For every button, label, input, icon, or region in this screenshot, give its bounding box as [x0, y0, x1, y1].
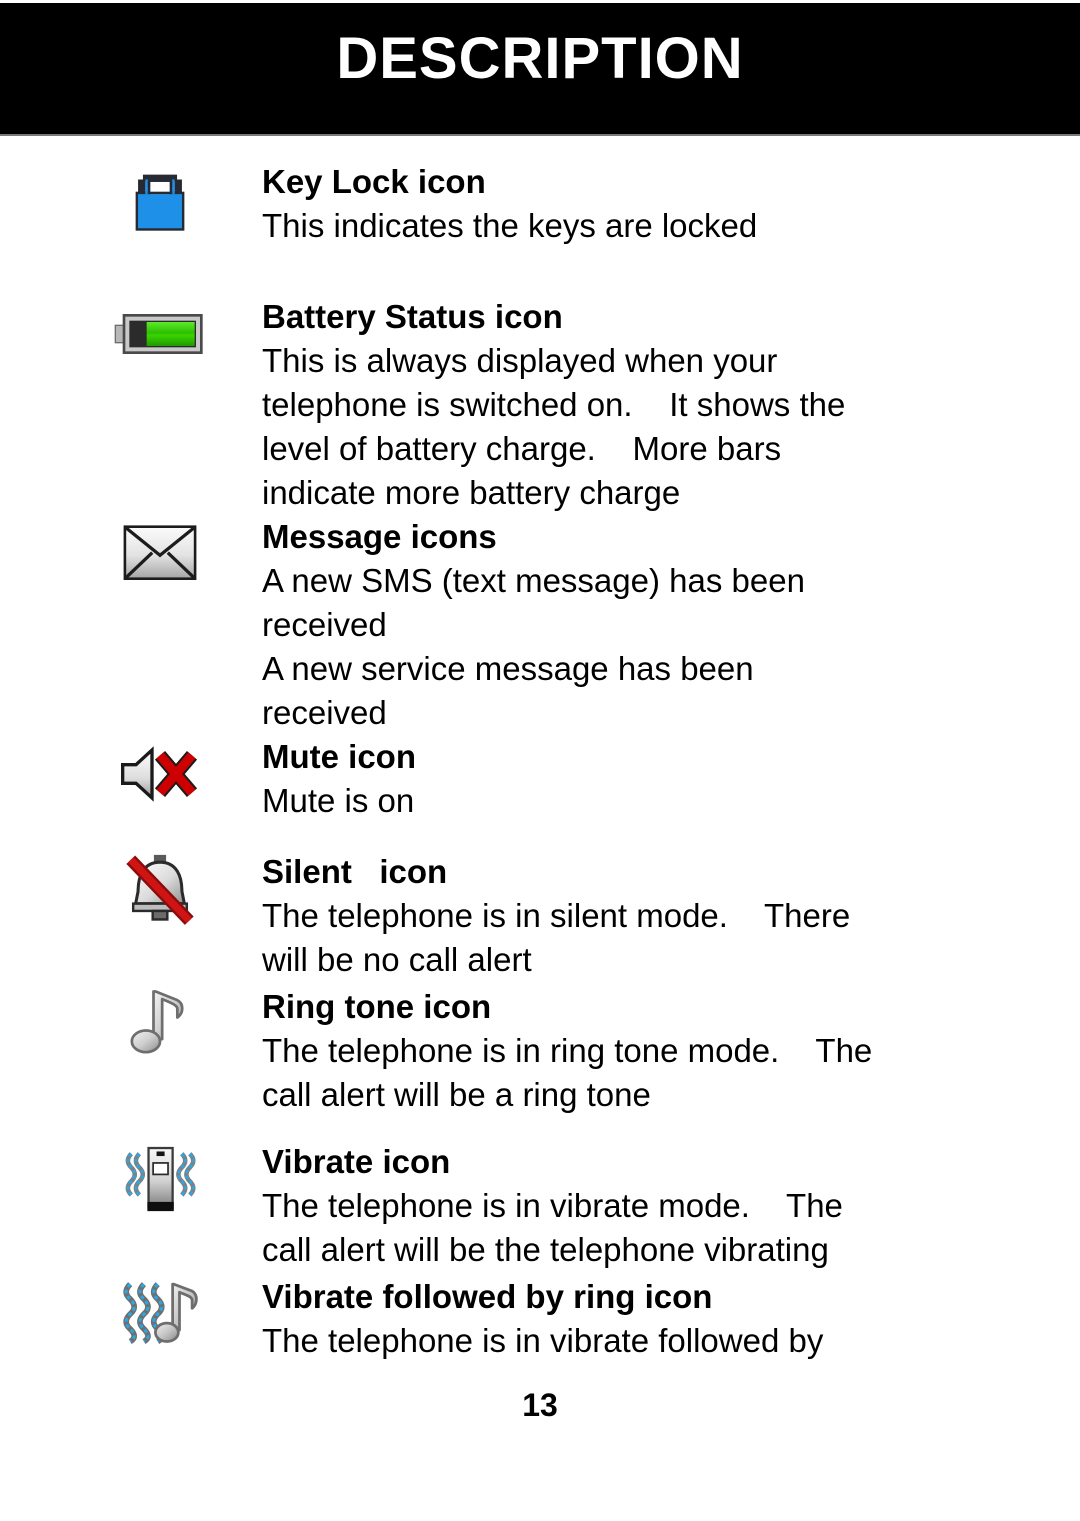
entry-text-block: Silent icon The telephone is in silent m… [262, 850, 962, 982]
entry-line: The telephone is in silent mode. There [262, 897, 851, 934]
entry-title: Battery Status icon [262, 298, 563, 335]
entry-text-block: Vibrate icon The telephone is in vibrate… [262, 1140, 962, 1272]
entry-line: telephone is switched on. It shows the [262, 386, 846, 423]
entry-title: Message icons [262, 518, 497, 555]
entry-line: Mute is on [262, 782, 415, 819]
entry-line: This is always displayed when your [262, 342, 778, 379]
entry-title: Ring tone icon [262, 988, 492, 1025]
entry-line: level of battery charge. More bars [262, 430, 782, 467]
entry-title: Key Lock icon [262, 163, 486, 200]
page-title: DESCRIPTION [336, 26, 744, 91]
vibrate-then-ring-icon [112, 1275, 208, 1353]
entry-title: Vibrate icon [262, 1143, 451, 1180]
entry-text-block: Vibrate followed by ring icon The teleph… [262, 1275, 962, 1363]
mute-icon [112, 735, 208, 813]
entry-line: The telephone is in vibrate mode. The [262, 1187, 843, 1224]
entry-line: A new service message has been [262, 650, 754, 687]
entry-line: This indicates the keys are locked [262, 207, 758, 244]
entry-text-block: Message icons A new SMS (text message) h… [262, 515, 962, 735]
ring-tone-note-icon [112, 985, 208, 1063]
entry-line: call alert will be a ring tone [262, 1076, 651, 1113]
entry-line: call alert will be the telephone vibrati… [262, 1231, 829, 1268]
vibrate-icon [112, 1140, 208, 1218]
entry-line: received [262, 694, 387, 731]
entry-line: The telephone is in vibrate followed by [262, 1322, 824, 1359]
message-envelope-icon [112, 515, 208, 593]
battery-status-icon [112, 295, 208, 373]
entry-line: will be no call alert [262, 941, 532, 978]
entry-title: Vibrate followed by ring icon [262, 1278, 713, 1315]
entry-text-block: Ring tone icon The telephone is in ring … [262, 985, 962, 1117]
page-header-bar: DESCRIPTION [0, 3, 1080, 134]
entry-line: A new SMS (text message) has been [262, 562, 805, 599]
entry-line: indicate more battery charge [262, 474, 681, 511]
header-divider [0, 134, 1080, 136]
page-number: 13 [522, 1387, 558, 1423]
silent-bell-icon [112, 850, 208, 928]
entry-text-block: Battery Status icon This is always displ… [262, 295, 962, 515]
entry-title: Mute icon [262, 738, 416, 775]
entry-title: Silent icon [262, 853, 448, 890]
entry-text-block: Key Lock icon This indicates the keys ar… [262, 160, 962, 248]
entry-line: The telephone is in ring tone mode. The [262, 1032, 873, 1069]
key-lock-icon [112, 160, 208, 238]
entry-line: received [262, 606, 387, 643]
entry-text-block: Mute icon Mute is on [262, 735, 962, 823]
